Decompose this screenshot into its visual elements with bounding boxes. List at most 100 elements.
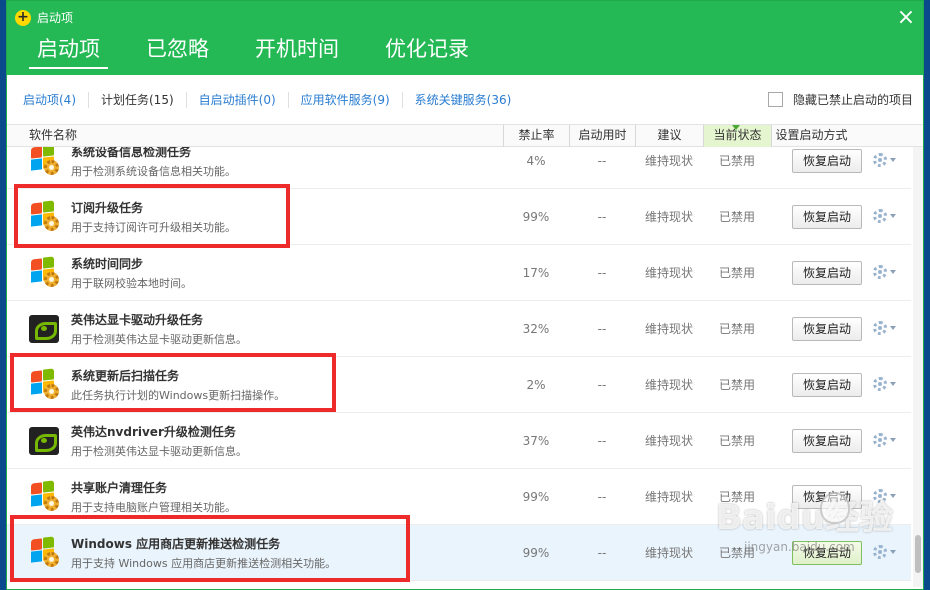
table-row[interactable]: Windows 应用商店更新推送检测任务 用于支持 Windows 应用商店更新…	[7, 525, 911, 581]
row-boot-time: --	[597, 546, 607, 560]
restore-startup-button[interactable]: 恢复启动	[792, 317, 862, 341]
restore-startup-button[interactable]: 恢复启动	[792, 429, 862, 453]
row-description: 此任务执行计划的Windows更新扫描操作。	[71, 389, 286, 402]
row-description: 用于支持电脑账户管理相关功能。	[71, 501, 236, 514]
row-title: 共享账户清理任务	[71, 481, 168, 495]
row-title: 系统时间同步	[71, 257, 144, 271]
settings-dropdown-icon[interactable]	[873, 208, 899, 226]
row-state: 已禁用	[718, 434, 755, 448]
windows-gear-icon	[29, 147, 61, 177]
row-description: 用于联网校验本地时间。	[71, 277, 192, 290]
row-boot-time: --	[597, 434, 607, 448]
row-state: 已禁用	[718, 490, 755, 504]
row-description: 用于支持订阅许可升级相关功能。	[71, 221, 236, 234]
row-state: 已禁用	[718, 210, 755, 224]
restore-startup-button[interactable]: 恢复启动	[792, 541, 862, 565]
restore-startup-button[interactable]: 恢复启动	[792, 261, 862, 285]
restore-startup-button[interactable]: 恢复启动	[792, 485, 862, 509]
scrollbar-thumb[interactable]	[915, 535, 921, 573]
sub-tab-bar: 启动项(4) 计划任务(15) 自启动插件(0) 应用软件服务(9) 系统关键服…	[7, 75, 923, 125]
list-scrollbar[interactable]	[913, 147, 923, 587]
row-disable-rate: 37%	[522, 434, 550, 448]
row-boot-time: --	[597, 154, 607, 168]
row-advice: 维持现状	[644, 378, 693, 392]
close-button[interactable]: ×	[895, 7, 917, 29]
column-name[interactable]: 软件名称	[29, 125, 77, 147]
settings-dropdown-icon[interactable]	[873, 264, 899, 282]
table-row[interactable]: 英伟达显卡驱动升级任务 用于检测英伟达显卡驱动更新信息。 32% -- 维持现状…	[7, 301, 911, 357]
row-disable-rate: 32%	[522, 322, 550, 336]
row-advice: 维持现状	[644, 322, 693, 336]
row-description: 用于检测英伟达显卡驱动更新信息。	[71, 333, 247, 346]
tab-boot-time[interactable]: 开机时间	[247, 35, 347, 69]
restore-startup-button[interactable]: 恢复启动	[792, 205, 862, 229]
settings-dropdown-icon[interactable]	[873, 320, 899, 338]
row-title: 订阅升级任务	[71, 201, 144, 215]
subtab-system-services[interactable]: 系统关键服务(36)	[415, 92, 524, 108]
hide-disabled-option: 隐藏已禁止启动的项目	[767, 91, 913, 108]
restore-startup-button[interactable]: 恢复启动	[792, 149, 862, 173]
row-title: 系统更新后扫描任务	[71, 369, 180, 383]
app-logo-icon: +	[15, 10, 31, 26]
column-header: 软件名称 禁止率 启动用时 建议 当前状态 设置启动方式	[7, 125, 923, 147]
sub-tabs: 启动项(4) 计划任务(15) 自启动插件(0) 应用软件服务(9) 系统关键服…	[23, 92, 535, 108]
windows-gear-icon	[29, 256, 61, 289]
column-current-state-label: 当前状态	[713, 128, 762, 142]
settings-dropdown-icon[interactable]	[873, 488, 899, 506]
row-advice: 维持现状	[644, 434, 693, 448]
settings-dropdown-icon[interactable]	[873, 544, 899, 562]
row-state: 已禁用	[718, 154, 755, 168]
row-state: 已禁用	[718, 322, 755, 336]
subtab-app-services[interactable]: 应用软件服务(9)	[301, 92, 403, 108]
row-boot-time: --	[597, 490, 607, 504]
row-title: 英伟达nvdriver升级检测任务	[71, 425, 236, 439]
row-state: 已禁用	[718, 378, 755, 392]
settings-dropdown-icon[interactable]	[873, 376, 899, 394]
settings-dropdown-icon[interactable]	[873, 432, 899, 450]
row-state: 已禁用	[718, 546, 755, 560]
table-row[interactable]: 共享账户清理任务 用于支持电脑账户管理相关功能。 99% -- 维持现状 已禁用…	[7, 469, 911, 525]
task-list: 系统设备信息检测任务 用于检测系统设备信息相关功能。 4% -- 维持现状 已禁…	[7, 147, 911, 587]
row-disable-rate: 4%	[526, 154, 546, 168]
subtab-startup-items[interactable]: 启动项(4)	[23, 92, 89, 108]
row-description: 用于检测系统设备信息相关功能。	[71, 165, 236, 178]
row-boot-time: --	[597, 266, 607, 280]
table-row[interactable]: 订阅升级任务 用于支持订阅许可升级相关功能。 99% -- 维持现状 已禁用 恢…	[7, 189, 911, 245]
restore-startup-button[interactable]: 恢复启动	[792, 373, 862, 397]
subtab-autostart-plugins[interactable]: 自启动插件(0)	[199, 92, 289, 108]
row-boot-time: --	[597, 210, 607, 224]
column-startup-mode: 设置启动方式	[771, 125, 851, 147]
table-row[interactable]: 系统更新后扫描任务 此任务执行计划的Windows更新扫描操作。 2% -- 维…	[7, 357, 911, 413]
row-description: 用于检测英伟达显卡驱动更新信息。	[71, 445, 247, 458]
window-title: 启动项	[37, 11, 74, 25]
row-disable-rate: 99%	[522, 490, 550, 504]
tab-optimize-history[interactable]: 优化记录	[377, 35, 477, 69]
column-disable-rate[interactable]: 禁止率	[503, 125, 569, 147]
row-advice: 维持现状	[644, 154, 693, 168]
row-disable-rate: 17%	[522, 266, 550, 280]
tab-startup-items[interactable]: 启动项	[29, 35, 108, 69]
row-state: 已禁用	[718, 266, 755, 280]
windows-gear-icon	[29, 200, 61, 233]
subtab-scheduled-tasks[interactable]: 计划任务(15)	[101, 92, 187, 108]
table-row[interactable]: 系统设备信息检测任务 用于检测系统设备信息相关功能。 4% -- 维持现状 已禁…	[7, 147, 911, 189]
settings-dropdown-icon[interactable]	[873, 152, 899, 170]
table-row[interactable]: 系统时间同步 用于联网校验本地时间。 17% -- 维持现状 已禁用 恢复启动	[7, 245, 911, 301]
table-row[interactable]: 英伟达nvdriver升级检测任务 用于检测英伟达显卡驱动更新信息。 37% -…	[7, 413, 911, 469]
row-disable-rate: 99%	[522, 210, 550, 224]
column-advice[interactable]: 建议	[635, 125, 703, 147]
column-current-state[interactable]: 当前状态	[703, 125, 771, 147]
hide-disabled-label: 隐藏已禁止启动的项目	[792, 93, 913, 107]
windows-gear-icon	[29, 368, 61, 401]
windows-gear-icon	[29, 536, 61, 569]
window-header: + 启动项 × 启动项 已忽略 开机时间 优化记录	[7, 1, 923, 75]
row-boot-time: --	[597, 322, 607, 336]
column-boot-time[interactable]: 启动用时	[569, 125, 635, 147]
sort-arrow-icon	[732, 125, 740, 130]
tab-ignored[interactable]: 已忽略	[138, 35, 217, 69]
row-disable-rate: 2%	[526, 378, 546, 392]
row-advice: 维持现状	[644, 490, 693, 504]
hide-disabled-checkbox[interactable]	[767, 92, 783, 107]
nvidia-icon	[29, 425, 61, 457]
row-title: 英伟达显卡驱动升级任务	[71, 313, 204, 327]
